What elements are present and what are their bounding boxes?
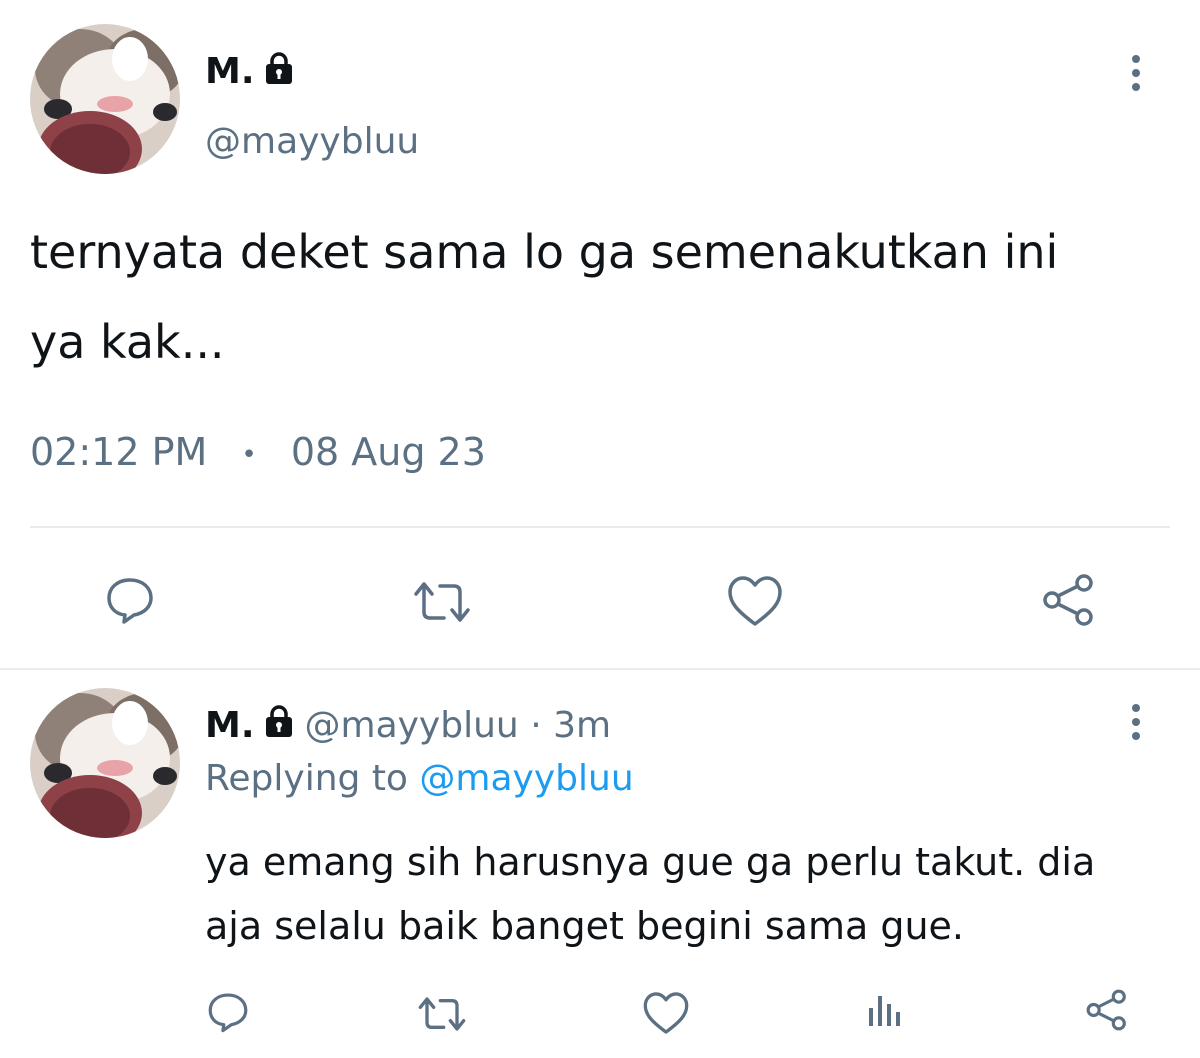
display-name-text: M. — [205, 51, 255, 92]
retweet-icon[interactable] — [410, 578, 474, 626]
reply-handle[interactable]: @mayybluu — [305, 705, 519, 746]
tweet-text-line1: ternyata deket sama lo ga semenakutkan i… — [30, 225, 1059, 279]
divider — [30, 526, 1170, 528]
timestamp[interactable]: 02:12 PM • 08 Aug 23 — [30, 428, 486, 479]
reply-text-line2: aja selalu baik banget begini sama gue. — [205, 904, 964, 948]
lock-icon — [263, 51, 295, 96]
share-icon[interactable] — [1084, 988, 1130, 1032]
avatar-cat-image — [30, 24, 180, 174]
separator-dot: • — [241, 439, 257, 470]
date: 08 Aug 23 — [290, 430, 486, 474]
reply-text-line1: ya emang sih harusnya gue ga perlu takut… — [205, 840, 1096, 884]
time: 02:12 PM — [30, 430, 208, 474]
reply-more-options-icon[interactable] — [1130, 704, 1142, 740]
reply-icon[interactable] — [206, 990, 250, 1034]
tweet-text-line2: ya kak... — [30, 315, 225, 369]
like-icon[interactable] — [642, 990, 690, 1036]
lock-icon — [263, 703, 295, 751]
reply-icon[interactable] — [104, 574, 156, 626]
replying-to: Replying to @mayybluu — [205, 755, 634, 803]
section-divider — [0, 668, 1200, 670]
replying-prefix: Replying to — [205, 758, 408, 799]
avatar[interactable] — [30, 24, 180, 174]
share-icon[interactable] — [1040, 572, 1098, 628]
reply-dot: · — [530, 705, 542, 746]
handle[interactable]: @mayybluu — [205, 118, 419, 166]
reply-header: M. @mayybluu · 3m — [205, 702, 611, 751]
replying-handle-link[interactable]: @mayybluu — [419, 758, 633, 799]
like-icon[interactable] — [726, 574, 784, 628]
more-options-icon[interactable] — [1130, 55, 1142, 91]
reply-avatar[interactable] — [30, 688, 180, 838]
retweet-icon[interactable] — [414, 994, 470, 1034]
reply-age[interactable]: 3m — [553, 705, 611, 746]
avatar-cat-image — [30, 688, 180, 838]
analytics-icon[interactable] — [866, 990, 906, 1030]
display-name[interactable]: M. — [205, 50, 295, 96]
reply-display-name[interactable]: M. — [205, 705, 255, 746]
